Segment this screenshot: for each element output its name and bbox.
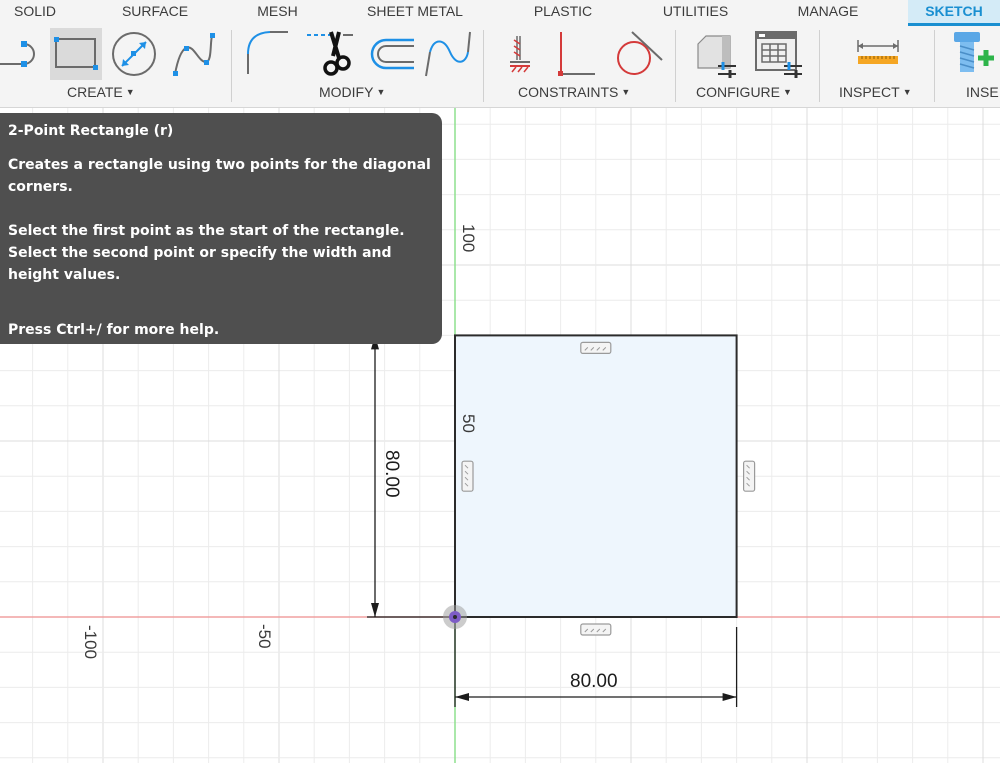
rectangle-profile[interactable] [455, 335, 737, 617]
constraints-menu[interactable]: CONSTRAINTS ▼ [518, 84, 630, 100]
spline-tool-button[interactable] [168, 28, 220, 80]
fusion-sketch-window: SOLID SURFACE MESH SHEET METAL PLASTIC U… [0, 0, 1000, 763]
horizontal-constraint-icon [580, 341, 612, 354]
height-dimension-value[interactable]: 80.00 [380, 450, 402, 498]
vertical-constraint-icon [742, 460, 756, 492]
tooltip-title: 2-Point Rectangle (r) [8, 123, 174, 139]
configure-menu[interactable]: CONFIGURE ▼ [696, 84, 792, 100]
tab-manage[interactable]: MANAGE [783, 0, 873, 26]
divider [675, 30, 676, 102]
horizontal-constraint-icon [580, 623, 612, 636]
trim-tool-button[interactable] [305, 28, 355, 80]
y-axis-label-100: 100 [459, 224, 478, 253]
chevron-down-icon: ▼ [902, 87, 912, 97]
chevron-down-icon: ▼ [125, 87, 135, 97]
spline-edit-icon [425, 31, 471, 77]
tab-utilities[interactable]: UTILITIES [648, 0, 743, 26]
configuration-table-button[interactable] [752, 28, 804, 80]
center-diameter-circle-icon [112, 32, 156, 76]
insert-mcmaster-button[interactable] [948, 28, 1000, 80]
2-point-rectangle-icon [54, 37, 98, 70]
fix-constraint-button[interactable] [500, 28, 540, 80]
tab-solid[interactable]: SOLID [0, 0, 70, 26]
offset-icon [370, 38, 414, 70]
chevron-down-icon: ▼ [376, 87, 386, 97]
tab-surface[interactable]: SURFACE [105, 0, 205, 26]
divider [819, 30, 820, 102]
measure-icon [857, 40, 899, 64]
change-parameters-icon [697, 35, 736, 78]
tangent-constraint-button[interactable] [612, 28, 664, 80]
fillet-icon [247, 31, 288, 74]
tab-mesh[interactable]: MESH [240, 0, 315, 26]
x-axis-label-neg50: -50 [255, 624, 274, 649]
modify-menu[interactable]: MODIFY ▼ [319, 84, 385, 100]
x-axis-label-neg100: -100 [81, 625, 100, 660]
arrowhead [371, 603, 379, 617]
width-dimension-value[interactable]: 80.00 [570, 671, 618, 693]
divider [483, 30, 484, 102]
inspect-menu[interactable]: INSPECT ▼ [839, 84, 912, 100]
spline-edit-tool-button[interactable] [422, 28, 474, 80]
chevron-down-icon: ▼ [621, 87, 631, 97]
arrowhead [455, 693, 469, 701]
tooltip-help-hint: Press Ctrl+/ for more help. [8, 322, 220, 338]
divider [934, 30, 935, 102]
circle-tool-button[interactable] [108, 28, 160, 80]
change-parameters-button[interactable] [690, 28, 742, 80]
perpendicular-constraint-button[interactable] [550, 28, 600, 80]
measure-button[interactable] [852, 28, 904, 80]
tooltip-instruction-1: Select the first point as the start of t… [8, 223, 405, 239]
divider [231, 30, 232, 102]
tooltip-instruction-2: Select the second point or specify the w… [8, 245, 392, 283]
tab-plastic[interactable]: PLASTIC [518, 0, 608, 26]
toolbar: SOLID SURFACE MESH SHEET METAL PLASTIC U… [0, 0, 1000, 108]
y-axis-label-50: 50 [459, 414, 478, 433]
tooltip-description: Creates a rectangle using two points for… [8, 157, 431, 195]
create-menu[interactable]: CREATE ▼ [67, 84, 135, 100]
spline-icon [173, 33, 215, 76]
trim-icon [307, 31, 353, 76]
tangent-constraint-icon [617, 31, 663, 75]
configuration-table-icon [755, 31, 802, 78]
arc-icon [0, 41, 35, 67]
chevron-down-icon: ▼ [783, 87, 792, 97]
tab-sketch[interactable]: SKETCH [908, 0, 1000, 26]
origin-center [453, 615, 457, 619]
modify-label: MODIFY [319, 84, 374, 100]
fillet-tool-button[interactable] [240, 28, 290, 80]
perpendicular-constraint-icon [558, 32, 595, 76]
arrowhead [722, 693, 737, 701]
tab-sheet-metal[interactable]: SHEET METAL [350, 0, 480, 26]
insert-label: INSE [966, 84, 999, 100]
inspect-label: INSPECT [839, 84, 900, 100]
2-point-rectangle-tool-button[interactable] [50, 28, 102, 80]
insert-mcmaster-bolt-icon [954, 32, 994, 72]
offset-tool-button[interactable] [364, 28, 416, 80]
configure-label: CONFIGURE [696, 84, 780, 100]
tool-tooltip: 2-Point Rectangle (r) Creates a rectangl… [0, 113, 442, 344]
vertical-constraint-icon [461, 460, 474, 492]
constraints-label: CONSTRAINTS [518, 84, 619, 100]
arc-tool-button[interactable] [0, 28, 48, 80]
create-label: CREATE [67, 84, 123, 100]
insert-menu[interactable]: INSE [966, 84, 999, 100]
origin-point[interactable] [443, 605, 467, 629]
fix-constraint-icon [510, 36, 530, 73]
